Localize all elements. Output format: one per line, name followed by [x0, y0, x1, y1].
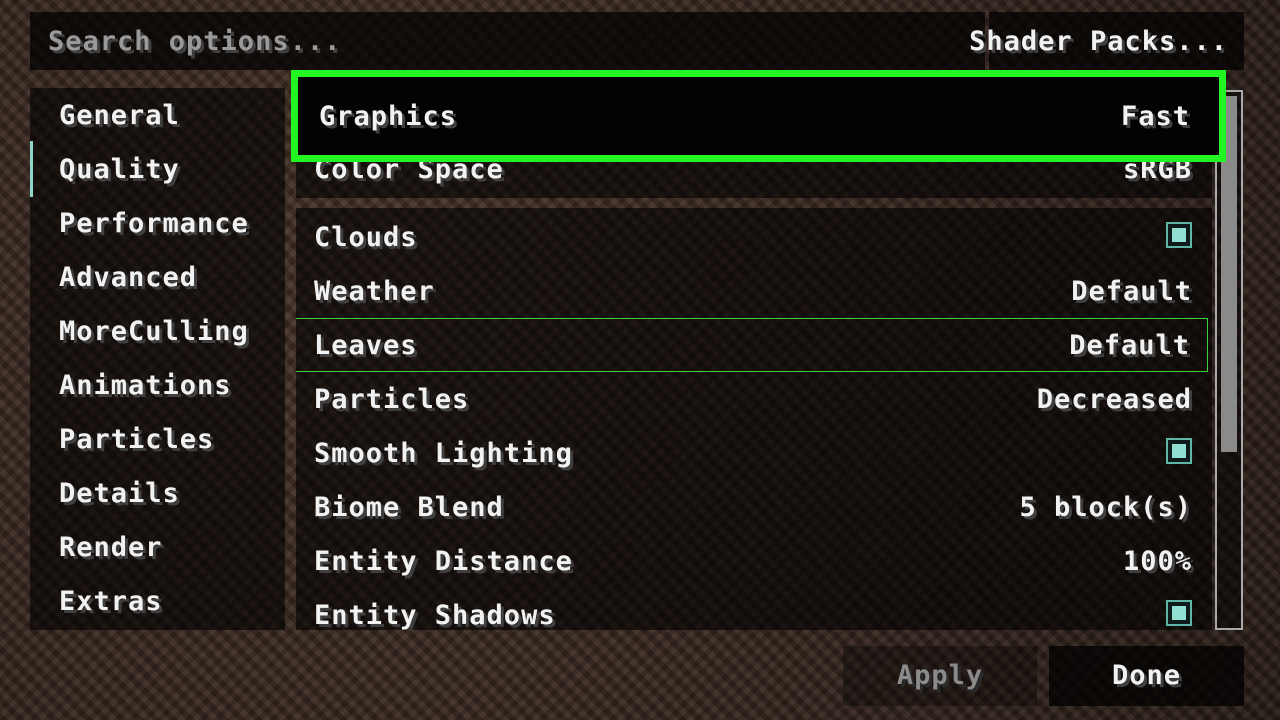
- sidebar-item-quality[interactable]: Quality: [30, 141, 285, 197]
- option-row-graphics-highlighted[interactable]: Graphics Fast: [303, 89, 1213, 143]
- done-button[interactable]: Done: [1049, 646, 1244, 706]
- sidebar-item-label: Details: [59, 478, 180, 509]
- option-row-entity-distance[interactable]: Entity Distance 100%: [296, 534, 1212, 588]
- sidebar-item-moreculling[interactable]: MoreCulling: [30, 304, 285, 358]
- smooth-lighting-checkbox[interactable]: [1166, 438, 1192, 464]
- sidebar-item-label: General: [59, 100, 180, 131]
- done-label: Done: [1111, 660, 1182, 691]
- sidebar-item-label: Performance: [59, 208, 249, 239]
- checkbox-check-icon: [1172, 444, 1186, 458]
- options-list: Graphics Fast Color Space sRGB Clouds We…: [296, 88, 1212, 630]
- sidebar-item-render[interactable]: Render: [30, 520, 285, 574]
- sidebar-item-label: Extras: [59, 586, 163, 617]
- option-row-weather[interactable]: Weather Default: [296, 264, 1212, 318]
- sidebar-item-label: Particles: [59, 424, 215, 455]
- option-row-clouds[interactable]: Clouds: [296, 210, 1212, 264]
- highlight-box: Graphics Fast: [291, 70, 1226, 162]
- shader-packs-button[interactable]: Shader Packs...: [969, 12, 1244, 70]
- search-placeholder: Search options...: [48, 26, 342, 57]
- sidebar-item-label: Advanced: [59, 262, 198, 293]
- option-label: Graphics: [319, 101, 458, 132]
- sidebar-item-extras[interactable]: Extras: [30, 574, 285, 628]
- option-value: 100%: [1122, 546, 1192, 577]
- shader-packs-label: Shader Packs...: [969, 26, 1228, 57]
- sidebar-item-label: Render: [59, 532, 163, 563]
- sidebar-item-general[interactable]: General: [30, 88, 285, 142]
- sidebar-item-label: Animations: [59, 370, 232, 401]
- option-label: Particles: [314, 384, 470, 415]
- option-group-quality: Clouds Weather Default Leaves Default Pa…: [296, 208, 1212, 630]
- checkbox-check-icon: [1172, 606, 1186, 620]
- option-value: Default: [1069, 330, 1190, 361]
- option-label: Entity Distance: [314, 546, 573, 577]
- sidebar-item-advanced[interactable]: Advanced: [30, 250, 285, 304]
- option-row-leaves[interactable]: Leaves Default: [296, 318, 1208, 372]
- sidebar-item-label: MoreCulling: [59, 316, 249, 347]
- sidebar-item-details[interactable]: Details: [30, 466, 285, 520]
- scrollbar-track[interactable]: [1215, 90, 1243, 630]
- option-label: Weather: [314, 276, 435, 307]
- option-label: Entity Shadows: [314, 600, 556, 630]
- checkbox-check-icon: [1172, 228, 1186, 242]
- option-label: Smooth Lighting: [314, 438, 573, 469]
- sidebar-item-performance[interactable]: Performance: [30, 196, 285, 250]
- option-row-particles[interactable]: Particles Decreased: [296, 372, 1212, 426]
- sidebar-item-animations[interactable]: Animations: [30, 358, 285, 412]
- option-value: Decreased: [1036, 384, 1192, 415]
- search-input[interactable]: Search options...: [30, 12, 985, 70]
- apply-label: Apply: [896, 660, 984, 691]
- apply-button[interactable]: Apply: [843, 646, 1037, 706]
- option-value: Fast: [1120, 101, 1190, 132]
- category-sidebar: General Quality Performance Advanced Mor…: [30, 88, 285, 630]
- sidebar-item-particles[interactable]: Particles: [30, 412, 285, 466]
- clouds-checkbox[interactable]: [1166, 222, 1192, 248]
- option-row-smooth-lighting[interactable]: Smooth Lighting: [296, 426, 1212, 480]
- option-row-entity-shadows[interactable]: Entity Shadows: [296, 588, 1212, 630]
- option-value: Default: [1071, 276, 1192, 307]
- option-row-biome-blend[interactable]: Biome Blend 5 block(s): [296, 480, 1212, 534]
- option-label: Clouds: [314, 222, 418, 253]
- entity-shadows-checkbox[interactable]: [1166, 600, 1192, 626]
- option-label: Biome Blend: [314, 492, 504, 523]
- option-label: Leaves: [314, 330, 418, 361]
- option-value: 5 block(s): [1019, 492, 1192, 523]
- sidebar-item-label: Quality: [59, 154, 180, 185]
